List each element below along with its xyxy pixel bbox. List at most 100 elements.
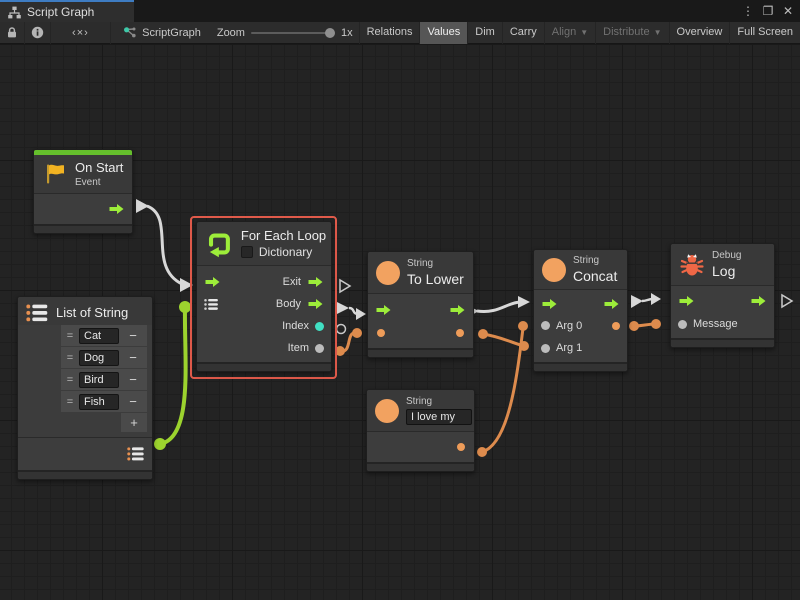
exit-flow-output-port[interactable] (307, 276, 324, 288)
node-footer (367, 462, 474, 471)
string-type-icon (375, 399, 399, 423)
inspect-button[interactable] (25, 22, 50, 44)
node-concat[interactable]: String Concat Arg 0 (533, 249, 628, 372)
node-title: Log (712, 263, 741, 279)
graph-hierarchy-icon (8, 6, 21, 19)
string-output-port[interactable] (456, 329, 464, 337)
titlebar: Script Graph ⋮ ❐ ✕ (0, 0, 800, 22)
align-dropdown[interactable]: Align▼ (544, 22, 595, 44)
window-menu-icon[interactable]: ⋮ (740, 2, 756, 20)
node-to-lower[interactable]: String To Lower (367, 251, 474, 358)
node-debug-log[interactable]: Debug Log Message (670, 243, 775, 348)
graph-breadcrumb[interactable]: ScriptGraph (111, 26, 211, 39)
remove-item-button[interactable]: − (119, 350, 147, 365)
exit-ghost-triangle (340, 280, 350, 292)
wire-list-to-foreach (154, 301, 191, 450)
node-title: To Lower (407, 271, 464, 287)
list-item-field[interactable]: Cat (79, 328, 119, 344)
flow-output-port[interactable] (750, 295, 767, 307)
item-output-port[interactable] (315, 344, 324, 353)
flow-output-port[interactable] (108, 203, 125, 215)
dictionary-checkbox[interactable] (241, 246, 253, 258)
index-output-port[interactable] (315, 322, 324, 331)
node-footer (368, 348, 473, 357)
remove-item-button[interactable]: − (119, 328, 147, 343)
node-footer (18, 470, 152, 479)
wire-onstart-to-foreach (136, 199, 193, 292)
port-label-arg1: Arg 1 (556, 342, 582, 354)
wire-concat-to-message (629, 319, 661, 331)
chevron-down-icon: ▼ (580, 28, 588, 37)
dim-button[interactable]: Dim (467, 22, 502, 44)
flow-input-port[interactable] (375, 304, 392, 316)
drag-handle-icon[interactable]: = (61, 352, 79, 364)
flow-input-port[interactable] (678, 295, 695, 307)
unity-visual-scripting-window: Script Graph ⋮ ❐ ✕ ‹×› (0, 0, 800, 600)
string-input-port[interactable] (377, 329, 385, 337)
lock-button[interactable] (0, 22, 25, 44)
wire-concat-to-log (631, 293, 661, 308)
port-label-index: Index (282, 320, 309, 332)
code-preview-icon: ‹×› (72, 27, 89, 39)
port-label-arg0: Arg 0 (556, 320, 582, 332)
arg1-input-port[interactable] (541, 344, 550, 353)
drag-handle-icon[interactable]: = (61, 396, 79, 408)
node-footer (34, 224, 132, 233)
wire-tolower-to-concat (466, 296, 530, 318)
list-item-field[interactable]: Bird (79, 372, 119, 388)
flow-input-port[interactable] (204, 276, 221, 288)
list-output-port[interactable] (127, 446, 145, 462)
node-list-of-string[interactable]: List of String = Cat − = Dog − = Bird − (17, 296, 153, 480)
carry-button[interactable]: Carry (502, 22, 544, 44)
result-output-port[interactable] (612, 322, 620, 330)
zoom-label: Zoom (217, 27, 245, 39)
list-editor: = Cat − = Dog − = Bird − = Fish − (18, 325, 152, 437)
add-item-button[interactable]: + (121, 413, 147, 432)
node-subtitle: Event (75, 177, 123, 188)
body-flow-output-port[interactable] (307, 298, 324, 310)
remove-item-button[interactable]: − (119, 372, 147, 387)
drag-handle-icon[interactable]: = (61, 374, 79, 386)
script-graph-icon (123, 26, 137, 39)
node-for-each-loop[interactable]: For Each Loop Dictionary Exit (196, 221, 332, 372)
relations-button[interactable]: Relations (359, 22, 420, 44)
node-on-start[interactable]: On Start Event (33, 149, 133, 234)
node-footer (534, 362, 627, 371)
values-button[interactable]: Values (419, 22, 467, 44)
node-title: Concat (573, 268, 617, 284)
collection-input-port[interactable] (204, 298, 219, 311)
string-output-port[interactable] (457, 443, 465, 451)
list-item-row: = Dog − (61, 347, 147, 369)
string-value-input[interactable] (406, 409, 472, 425)
remove-item-button[interactable]: − (119, 394, 147, 409)
code-preview-button[interactable]: ‹×› (51, 22, 111, 44)
graph-canvas[interactable]: On Start Event (0, 45, 800, 600)
window-maximize-icon[interactable]: ❐ (760, 2, 776, 20)
node-title: List of String (56, 303, 128, 320)
flow-input-port[interactable] (541, 298, 558, 310)
flag-icon (42, 162, 68, 186)
tab-title: Script Graph (27, 5, 94, 19)
message-input-port[interactable] (678, 320, 687, 329)
zoom-slider-knob[interactable] (325, 28, 335, 38)
drag-handle-icon[interactable]: = (61, 330, 79, 342)
wire-item-to-tolower (335, 328, 362, 356)
flow-output-port[interactable] (449, 304, 466, 316)
fullscreen-button[interactable]: Full Screen (729, 22, 800, 44)
list-item-row: = Cat − (61, 325, 147, 347)
zoom-slider[interactable] (251, 32, 335, 34)
graph-toolbar: ‹×› ScriptGraph Zoom 1x Relations Values… (0, 22, 800, 44)
list-item-field[interactable]: Fish (79, 394, 119, 410)
overview-button[interactable]: Overview (669, 22, 730, 44)
distribute-dropdown[interactable]: Distribute▼ (595, 22, 668, 44)
arg0-input-port[interactable] (541, 321, 550, 330)
list-item-field[interactable]: Dog (79, 350, 119, 366)
node-footer (671, 338, 774, 347)
flow-output-port[interactable] (603, 298, 620, 310)
wire-body-to-tolower (337, 302, 366, 320)
port-label-exit: Exit (283, 276, 301, 288)
lock-icon (6, 26, 18, 39)
tab-script-graph[interactable]: Script Graph (0, 0, 134, 22)
window-close-icon[interactable]: ✕ (780, 2, 796, 20)
node-string-literal[interactable]: String (366, 389, 475, 472)
